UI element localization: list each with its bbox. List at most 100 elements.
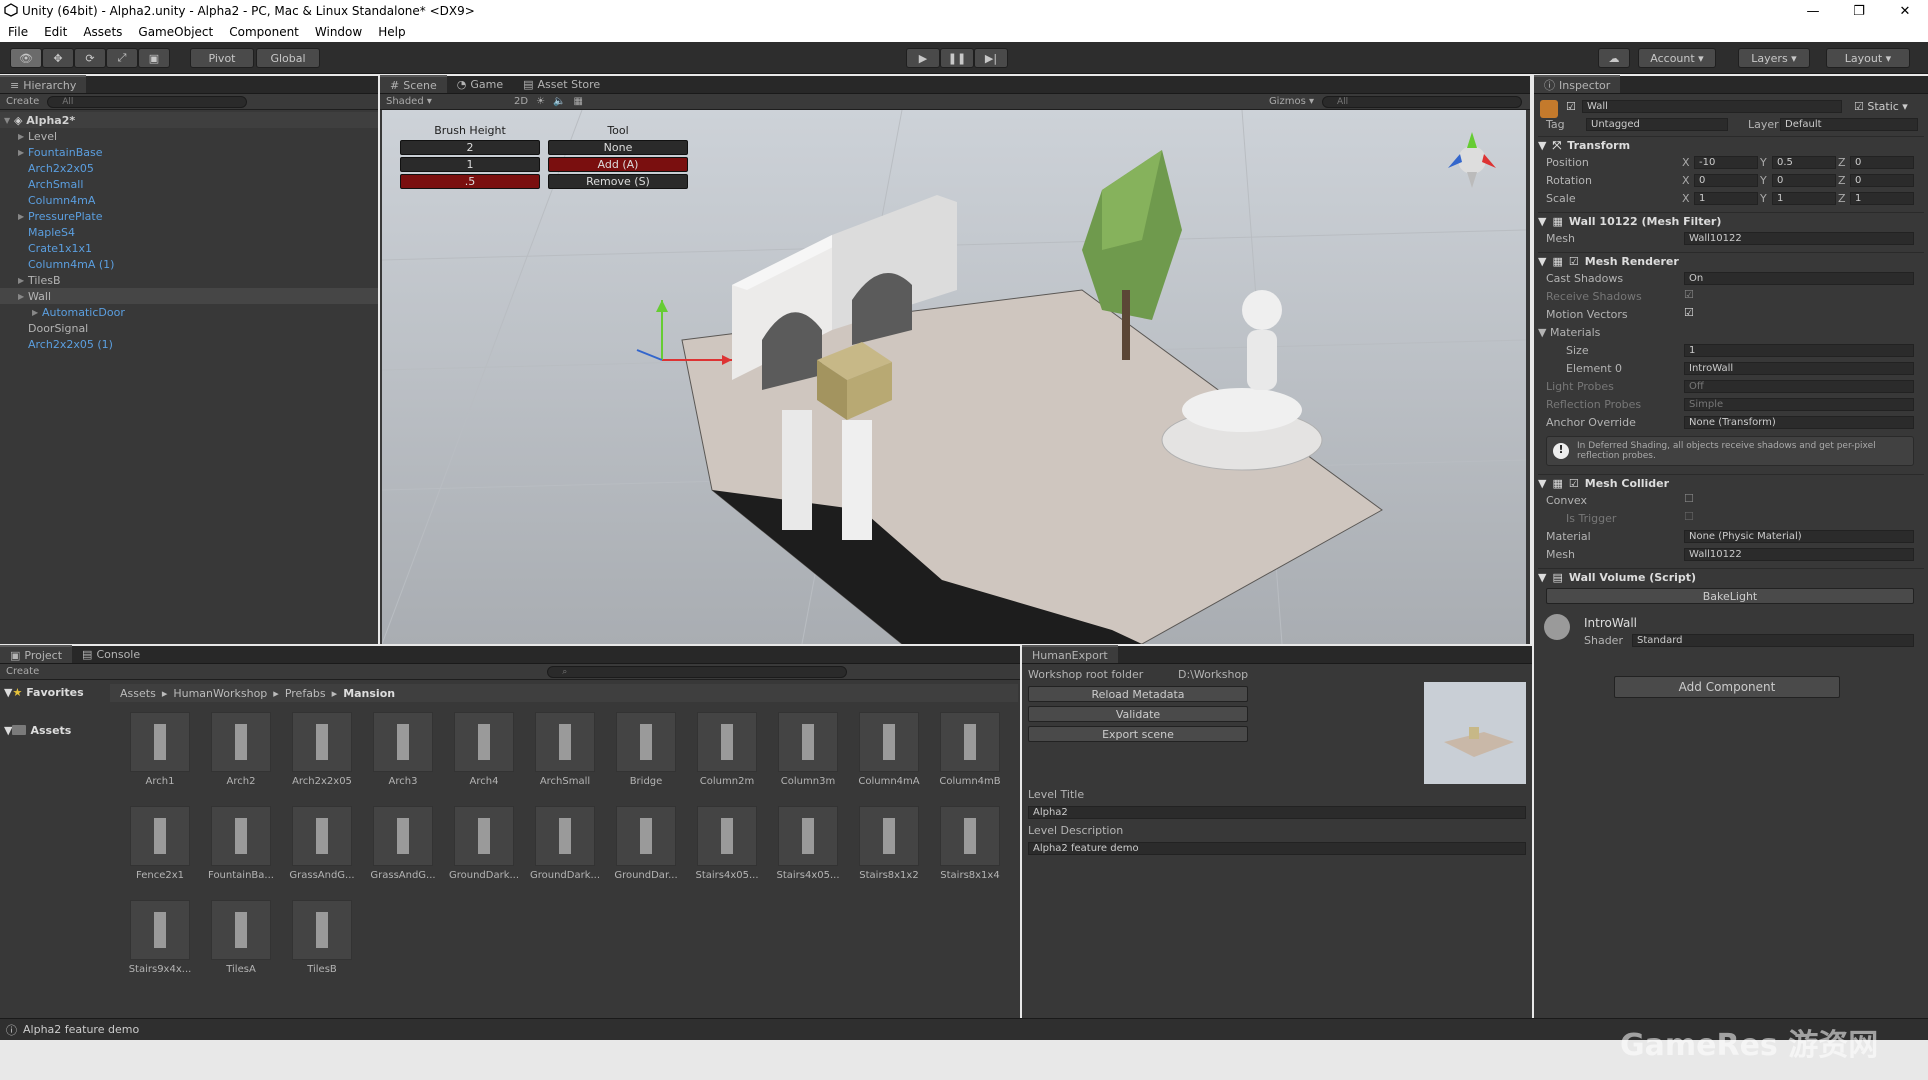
- receive-shadows-checkbox[interactable]: ☑: [1684, 288, 1694, 301]
- asset-tile[interactable]: Arch2x2x05: [282, 712, 362, 787]
- expand-arrow-icon[interactable]: ▶: [18, 212, 28, 221]
- expand-arrow-icon[interactable]: ▶: [32, 308, 42, 317]
- hierarchy-item[interactable]: ArchSmall: [0, 176, 378, 192]
- menu-component[interactable]: Component: [221, 25, 307, 39]
- asset-tile[interactable]: Stairs4x05...: [768, 806, 848, 881]
- pivot-toggle[interactable]: Pivot: [190, 48, 254, 68]
- collider-checkbox[interactable]: ☑: [1569, 477, 1579, 490]
- hierarchy-item[interactable]: ▶ Wall: [0, 288, 378, 304]
- menu-assets[interactable]: Assets: [75, 25, 130, 39]
- motion-vectors-checkbox[interactable]: ☑: [1684, 306, 1694, 319]
- asset-tile[interactable]: GroundDark...: [525, 806, 605, 881]
- project-create-button[interactable]: Create: [6, 666, 39, 677]
- convex-checkbox[interactable]: ☐: [1684, 492, 1694, 505]
- step-button[interactable]: ▶|: [974, 48, 1008, 68]
- scale-tool-button[interactable]: ⤢: [106, 48, 138, 68]
- asset-tile[interactable]: Stairs8x1x4: [930, 806, 1010, 881]
- tab-console[interactable]: ▤ Console: [72, 645, 150, 663]
- tool-none-button[interactable]: None: [548, 140, 688, 155]
- bake-light-button[interactable]: BakeLight: [1546, 588, 1914, 604]
- rect-tool-button[interactable]: ▣: [138, 48, 170, 68]
- asset-tile[interactable]: GroundDark...: [444, 806, 524, 881]
- hierarchy-item[interactable]: Column4mA: [0, 192, 378, 208]
- favorite-item[interactable]: ⌕ All Models: [28, 700, 56, 716]
- play-button[interactable]: ▶: [906, 48, 940, 68]
- collider-mesh-field[interactable]: Wall10122: [1684, 548, 1914, 561]
- mesh-field[interactable]: Wall10122: [1684, 232, 1914, 245]
- pause-button[interactable]: ❚❚: [940, 48, 974, 68]
- favorite-item[interactable]: ⌕ All Scripts: [84, 700, 108, 716]
- breadcrumb-prefabs[interactable]: Prefabs: [285, 687, 326, 700]
- static-toggle[interactable]: ☑ Static ▾: [1854, 100, 1908, 113]
- move-tool-button[interactable]: ✥: [42, 48, 74, 68]
- hierarchy-item[interactable]: Column4mA (1): [0, 256, 378, 272]
- asset-tile[interactable]: Arch3: [363, 712, 443, 787]
- tab-hierarchy[interactable]: ≡ Hierarchy: [0, 75, 87, 93]
- asset-tile[interactable]: Stairs8x1x2: [849, 806, 929, 881]
- tool-add-button[interactable]: Add (A): [548, 157, 688, 172]
- folder-item[interactable]: Materia: [100, 738, 108, 754]
- hierarchy-item[interactable]: ▶ TilesB: [0, 272, 378, 288]
- level-description-field[interactable]: Alpha2 feature demo: [1028, 842, 1526, 855]
- folder-item[interactable]: Gizmos: [68, 738, 100, 754]
- element0-field[interactable]: IntroWall: [1684, 362, 1914, 375]
- transform-header[interactable]: ▼ ⤧ Transform: [1538, 136, 1924, 154]
- reload-metadata-button[interactable]: Reload Metadata: [1028, 686, 1248, 702]
- hierarchy-item[interactable]: ▶ AutomaticDoor: [0, 304, 378, 320]
- asset-tile[interactable]: Stairs9x4x...: [120, 900, 200, 975]
- project-search[interactable]: ⌕: [547, 665, 848, 678]
- rotation-y-field[interactable]: 0: [1772, 174, 1836, 187]
- brush-height-half-button[interactable]: .5: [400, 174, 540, 189]
- menu-window[interactable]: Window: [307, 25, 370, 39]
- asset-tile[interactable]: Column2m: [687, 712, 767, 787]
- active-checkbox[interactable]: ☑: [1566, 100, 1576, 113]
- folder-item[interactable]: Alpha2: [0, 738, 18, 754]
- hierarchy-item[interactable]: ▶ Level: [0, 128, 378, 144]
- assets-node[interactable]: ▼ Assets: [0, 722, 108, 738]
- shader-dropdown[interactable]: Standard: [1632, 634, 1914, 647]
- tab-project[interactable]: ▣ Project: [0, 645, 73, 663]
- level-title-field[interactable]: Alpha2: [1028, 806, 1526, 819]
- renderer-checkbox[interactable]: ☑: [1569, 255, 1579, 268]
- asset-tile[interactable]: Fence2x1: [120, 806, 200, 881]
- is-trigger-checkbox[interactable]: ☐: [1684, 510, 1694, 523]
- breadcrumb-humanworkshop[interactable]: HumanWorkshop: [173, 687, 267, 700]
- tab-game[interactable]: ◔ Game: [447, 75, 513, 93]
- favorites-node[interactable]: ▼ ★ Favorites: [0, 684, 108, 700]
- tab-asset-store[interactable]: ▤ Asset Store: [513, 75, 610, 93]
- scene-root[interactable]: ▼ ◈ Alpha2*: [0, 112, 378, 128]
- scale-y-field[interactable]: 1: [1772, 192, 1836, 205]
- validate-button[interactable]: Validate: [1028, 706, 1248, 722]
- light-icon[interactable]: ☀: [536, 96, 545, 107]
- rotation-x-field[interactable]: 0: [1694, 174, 1758, 187]
- asset-tile[interactable]: Arch2: [201, 712, 281, 787]
- hierarchy-item[interactable]: DoorSignal: [0, 320, 378, 336]
- close-button[interactable]: ✕: [1882, 0, 1928, 22]
- asset-tile[interactable]: ArchSmall: [525, 712, 605, 787]
- layer-dropdown[interactable]: Default: [1780, 118, 1918, 131]
- add-component-button[interactable]: Add Component: [1614, 676, 1840, 698]
- favorite-item[interactable]: ⌕ All Materi: [0, 700, 28, 716]
- materials-label[interactable]: ▼ Materials: [1538, 324, 1600, 340]
- audio-icon[interactable]: 🔈: [553, 96, 565, 107]
- tag-dropdown[interactable]: Untagged: [1586, 118, 1728, 131]
- effects-icon[interactable]: ▦: [573, 96, 582, 107]
- mesh-renderer-header[interactable]: ▼ ▦ ☑ Mesh Renderer: [1538, 252, 1924, 270]
- breadcrumb-mansion[interactable]: Mansion: [343, 687, 395, 700]
- expand-arrow-icon[interactable]: ▶: [18, 148, 28, 157]
- brush-height-1-button[interactable]: 1: [400, 157, 540, 172]
- asset-tile[interactable]: Bridge: [606, 712, 686, 787]
- asset-tile[interactable]: GrassAndG...: [363, 806, 443, 881]
- cloud-button[interactable]: ☁: [1598, 48, 1630, 68]
- expand-arrow-icon[interactable]: ▶: [18, 276, 28, 285]
- asset-tile[interactable]: TilesB: [282, 900, 362, 975]
- tool-remove-button[interactable]: Remove (S): [548, 174, 688, 189]
- mesh-collider-header[interactable]: ▼ ▦ ☑ Mesh Collider: [1538, 474, 1924, 492]
- mesh-filter-header[interactable]: ▼ ▦ Wall 10122 (Mesh Filter): [1538, 212, 1924, 230]
- rotate-tool-button[interactable]: ⟳: [74, 48, 106, 68]
- asset-tile[interactable]: FountainBa...: [201, 806, 281, 881]
- 2d-toggle[interactable]: 2D: [514, 96, 528, 107]
- menu-gameobject[interactable]: GameObject: [130, 25, 221, 39]
- global-toggle[interactable]: Global: [256, 48, 320, 68]
- hierarchy-create-button[interactable]: Create: [6, 96, 39, 107]
